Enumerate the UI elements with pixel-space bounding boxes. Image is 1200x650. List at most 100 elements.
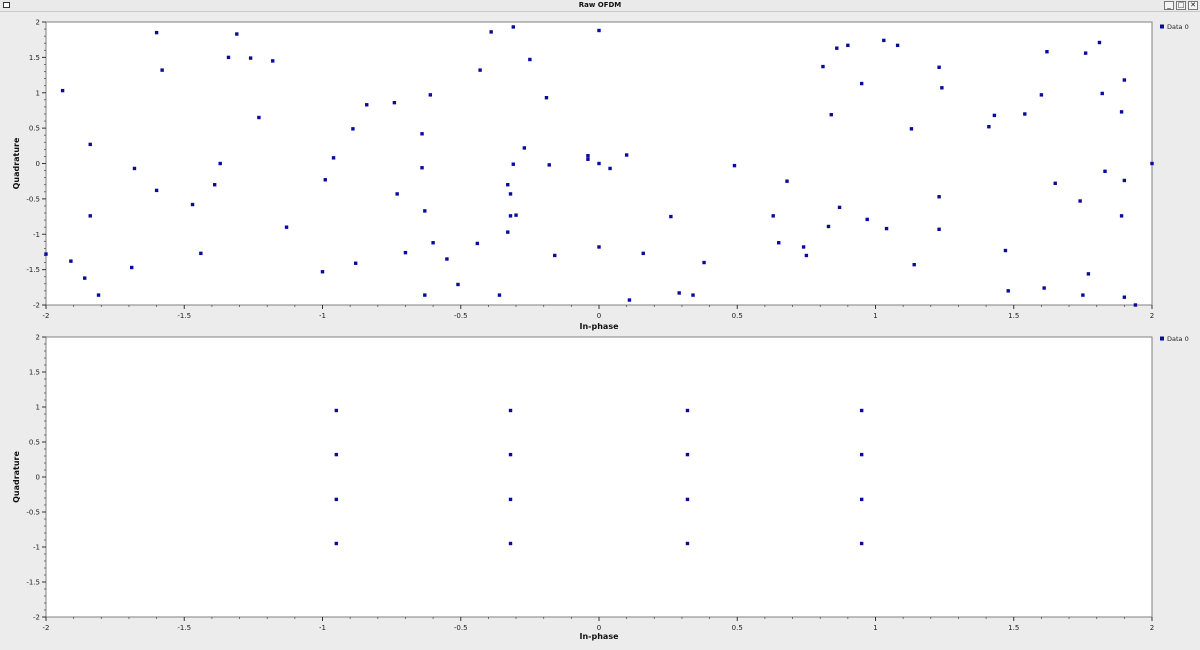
- data-point: [835, 46, 839, 50]
- data-point: [641, 251, 645, 256]
- data-point: [777, 241, 781, 245]
- data-point: [478, 68, 482, 72]
- data-point: [1006, 289, 1010, 293]
- data-point: [392, 100, 397, 105]
- x-tick-label: 0.5: [732, 312, 743, 320]
- data-point: [895, 43, 900, 48]
- data-point: [937, 195, 941, 199]
- y-tick-label: 1.5: [29, 54, 40, 62]
- data-point: [199, 251, 203, 256]
- data-point: [859, 408, 864, 413]
- data-point: [544, 96, 549, 100]
- x-tick-label: 1: [873, 624, 877, 632]
- data-point: [334, 452, 339, 457]
- y-axis-title: Quadrature: [12, 137, 21, 189]
- y-tick-label: -1.5: [26, 266, 40, 274]
- data-point: [132, 166, 137, 171]
- data-point: [475, 241, 480, 246]
- data-point: [865, 217, 869, 222]
- data-point: [912, 262, 916, 267]
- legend-label[interactable]: Data 0: [1167, 335, 1189, 343]
- data-point: [331, 156, 336, 160]
- data-point: [685, 452, 690, 457]
- data-point: [420, 132, 424, 136]
- data-point: [508, 408, 513, 413]
- data-point: [771, 214, 775, 218]
- constellation-plots: -2 -1.5 -1 -0.5 0 0.5 1 1.5 2 2 1.5 1 0.5 0 -0.5 -1 -1.5…: [12, 19, 1189, 642]
- plot-area[interactable]: [45, 336, 1153, 618]
- data-point: [1039, 93, 1044, 97]
- data-point: [154, 30, 159, 35]
- x-tick-label: -0.5: [454, 312, 468, 320]
- data-point: [511, 25, 515, 29]
- data-point: [859, 497, 864, 502]
- data-point: [334, 408, 339, 413]
- y-tick-label: 2: [36, 334, 40, 342]
- data-point: [846, 43, 850, 48]
- x-tick-label: -0.5: [454, 624, 468, 632]
- data-point: [987, 125, 991, 129]
- x-axis-title: In-phase: [580, 632, 620, 641]
- data-point: [547, 163, 551, 167]
- data-point: [284, 225, 289, 229]
- data-point: [508, 214, 513, 218]
- x-tick-label: 0.5: [732, 624, 743, 632]
- data-point: [160, 68, 164, 72]
- data-point: [801, 245, 806, 249]
- data-point: [353, 261, 358, 265]
- data-point: [403, 250, 408, 255]
- data-point: [627, 298, 632, 302]
- legend-label[interactable]: Data 0: [1167, 23, 1189, 31]
- data-point: [909, 127, 914, 131]
- data-point: [506, 230, 510, 234]
- x-tick-label: 2: [1150, 312, 1154, 320]
- data-point: [732, 163, 737, 168]
- data-point: [785, 179, 789, 183]
- data-point: [1023, 112, 1027, 116]
- data-point: [685, 541, 690, 546]
- data-point: [514, 213, 518, 217]
- y-tick-label: 1.5: [29, 369, 40, 377]
- data-point: [1122, 178, 1127, 183]
- x-tick-label: 2: [1150, 624, 1154, 632]
- data-point: [271, 59, 275, 63]
- x-axis-title: In-phase: [580, 322, 620, 331]
- data-point: [508, 192, 513, 196]
- data-point: [88, 214, 92, 218]
- data-point: [423, 293, 427, 297]
- data-point: [218, 161, 222, 166]
- y-tick-label: 0.5: [29, 125, 40, 133]
- y-tick-label: -1: [33, 231, 40, 239]
- y-tick-label: 0.5: [29, 439, 40, 447]
- data-point: [334, 541, 339, 546]
- y-tick-label: 1: [36, 89, 40, 97]
- data-point: [1045, 50, 1049, 54]
- data-point: [323, 178, 327, 182]
- data-point: [702, 260, 706, 265]
- data-point: [420, 166, 424, 170]
- data-point: [497, 293, 502, 297]
- data-point: [1119, 214, 1124, 218]
- data-point: [837, 205, 842, 210]
- y-tick-label: -2: [33, 302, 40, 310]
- data-point: [190, 202, 195, 207]
- data-point: [1100, 91, 1104, 96]
- data-point: [859, 452, 864, 457]
- data-point: [1053, 181, 1057, 186]
- plot-1: -2 -1.5 -1 -0.5 0 0.5 1 1.5 2 2 1.5 1 0.5 0 -0.5 -1 -1.5…: [12, 19, 1189, 332]
- data-point: [96, 293, 101, 297]
- data-point: [1081, 293, 1085, 297]
- y-tick-label: -0.5: [26, 509, 40, 517]
- data-point: [130, 265, 134, 270]
- data-point: [508, 541, 513, 546]
- data-point: [212, 183, 217, 187]
- x-tick-label: -2: [43, 312, 50, 320]
- data-point: [884, 226, 889, 231]
- data-point: [431, 241, 435, 245]
- data-point: [804, 253, 809, 258]
- data-point: [669, 214, 673, 219]
- y-axis-title: Quadrature: [12, 451, 21, 503]
- data-point: [940, 86, 944, 90]
- data-point: [456, 282, 460, 287]
- data-point: [69, 259, 73, 263]
